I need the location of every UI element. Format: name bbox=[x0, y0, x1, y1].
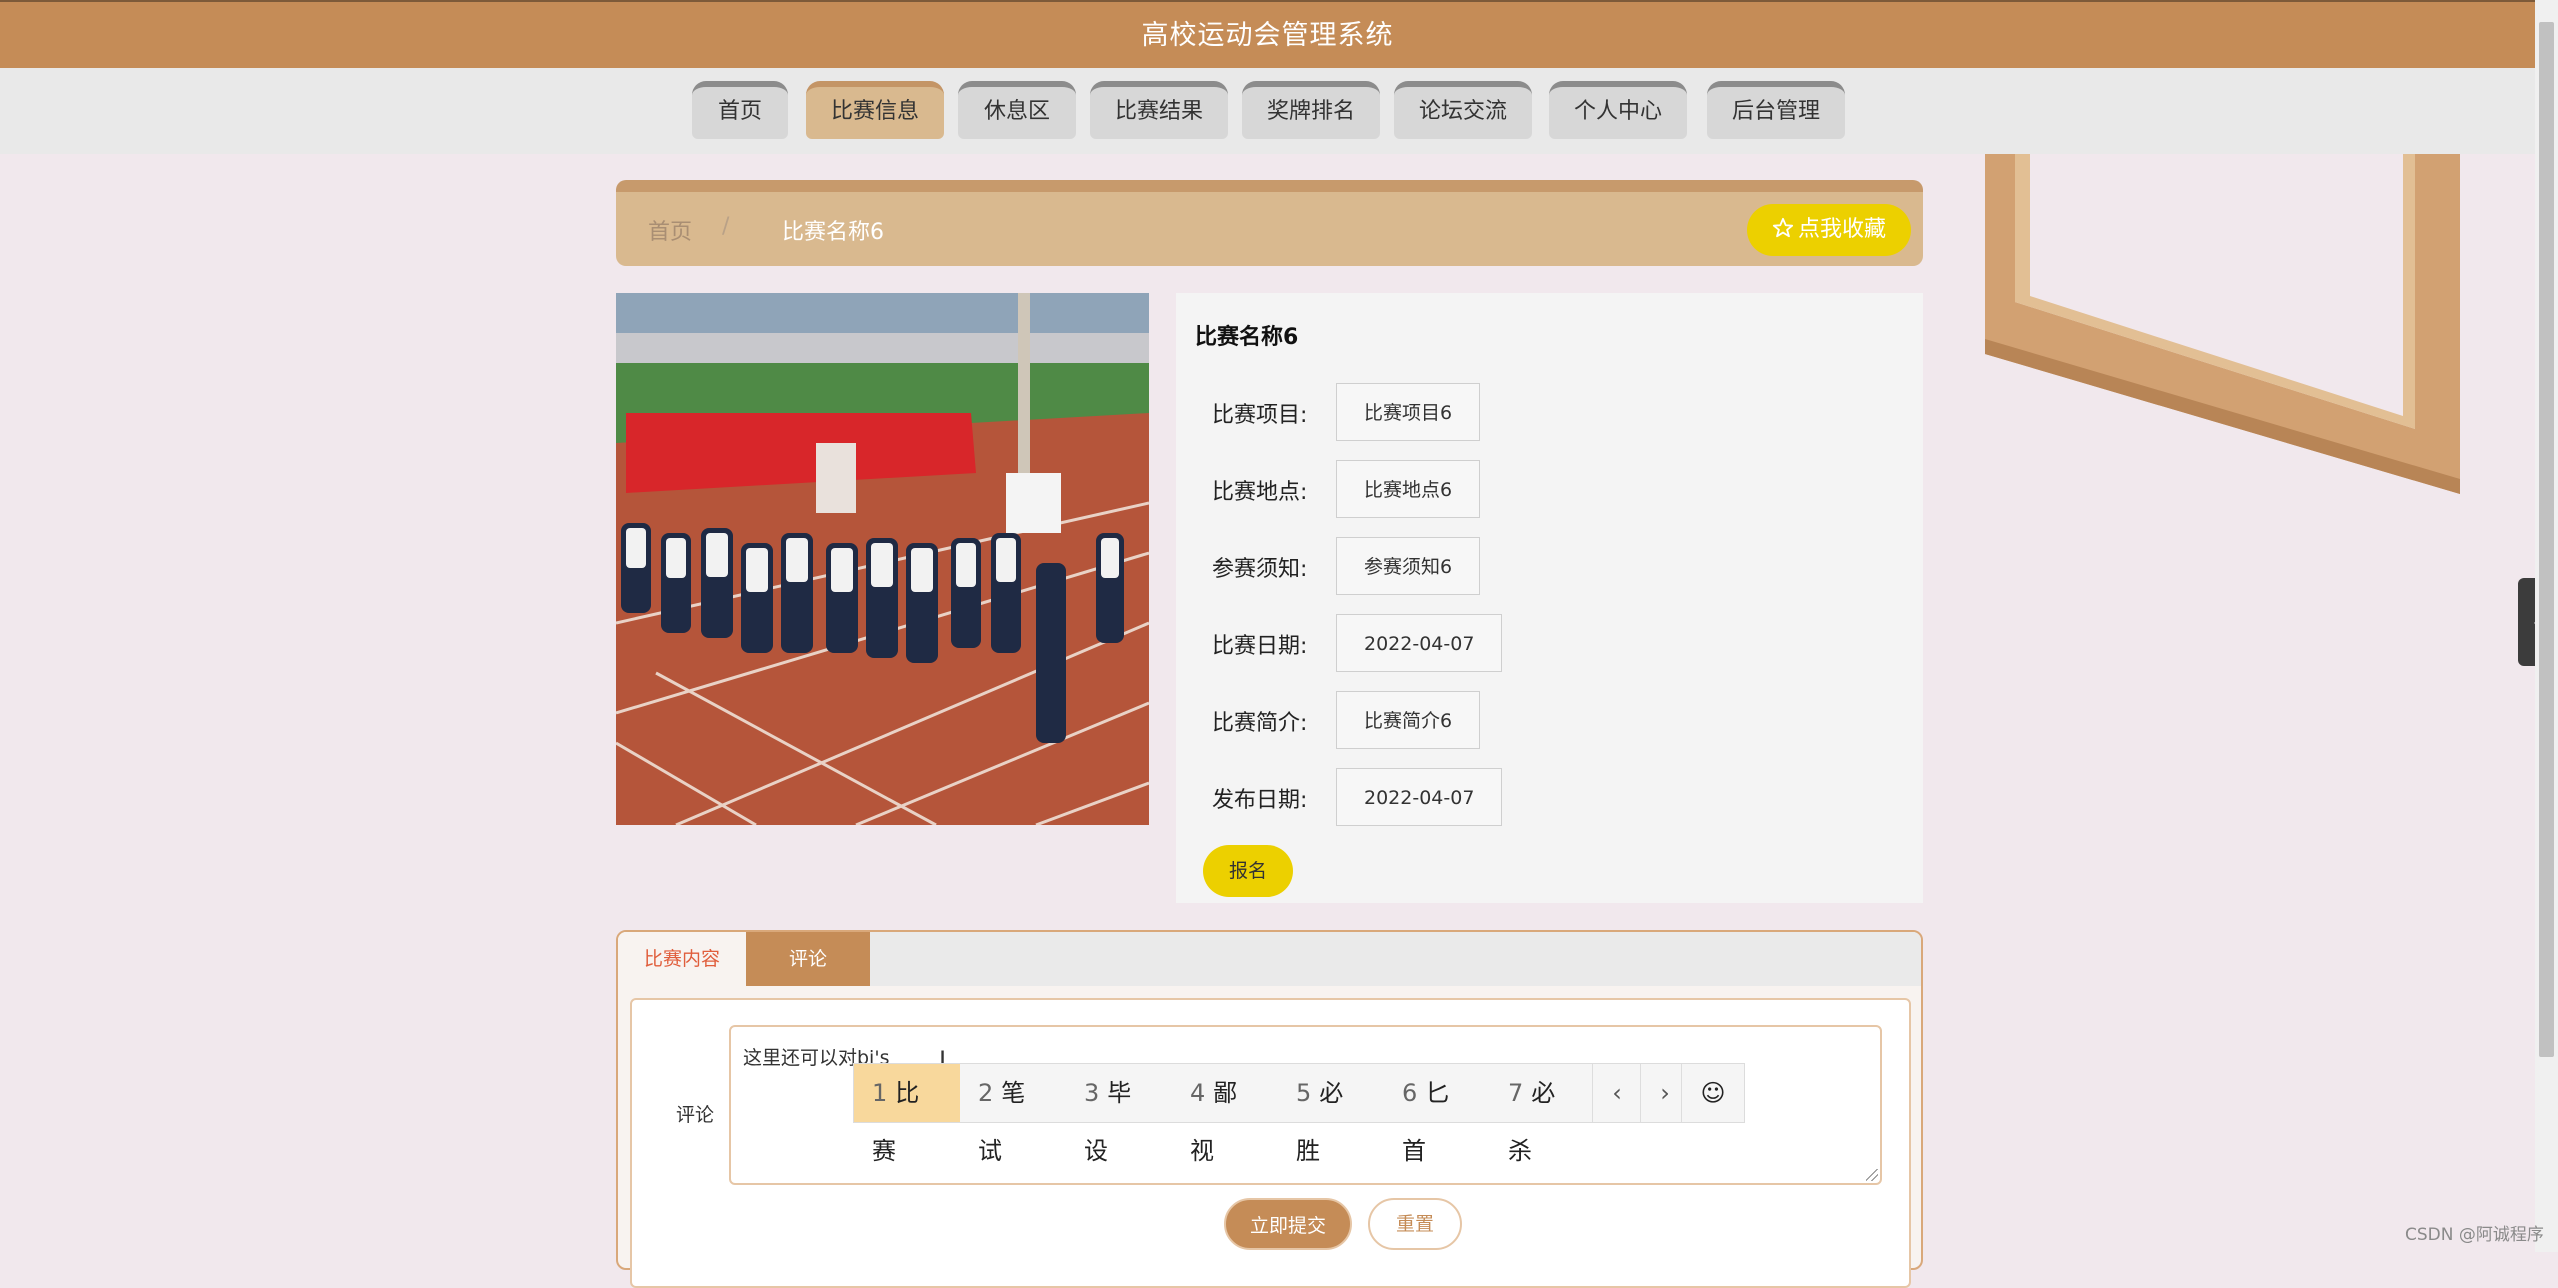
ime-candidate-bar: 1 比赛 2 笔试 3 毕设 4 鄙视 5 必胜 6 匕首 7 必杀 ‹ › ☺ bbox=[853, 1063, 1745, 1165]
nav-match-results[interactable]: 比赛结果 bbox=[1090, 81, 1228, 139]
field-value-intro: 比赛简介6 bbox=[1336, 691, 1481, 749]
match-title: 比赛名称6 bbox=[1195, 325, 1299, 350]
nav-label: 奖牌排名 bbox=[1266, 99, 1355, 124]
nav-label: 比赛信息 bbox=[830, 99, 919, 124]
tab-match-content[interactable]: 比赛内容 bbox=[618, 932, 746, 986]
comment-label: 评论 bbox=[676, 1104, 715, 1126]
field-value-notice: 参赛须知6 bbox=[1336, 537, 1481, 595]
nav-rest-area[interactable]: 休息区 bbox=[958, 81, 1076, 139]
resize-handle-icon[interactable] bbox=[1866, 1169, 1878, 1181]
nav-personal[interactable]: 个人中心 bbox=[1549, 81, 1687, 139]
candidate-number: 3 bbox=[1084, 1079, 1100, 1107]
nav-match-info[interactable]: 比赛信息 bbox=[806, 81, 944, 139]
field-label-notice: 参赛须知: bbox=[1212, 557, 1308, 582]
candidate-number: 2 bbox=[978, 1079, 994, 1107]
app-header: 高校运动会管理系统 bbox=[0, 0, 2535, 70]
candidate-number: 5 bbox=[1296, 1079, 1312, 1107]
breadcrumb-current: 比赛名称6 bbox=[782, 220, 884, 245]
ime-candidate-4[interactable]: 4 鄙视 bbox=[1172, 1064, 1278, 1165]
field-label-publish-date: 发布日期: bbox=[1212, 788, 1308, 813]
ime-candidate-1[interactable]: 1 比赛 bbox=[854, 1064, 960, 1165]
ime-candidate-6[interactable]: 6 匕首 bbox=[1384, 1064, 1490, 1165]
breadcrumb: 首页 / 比赛名称6 点我收藏 bbox=[616, 180, 1923, 266]
submit-button[interactable]: 立即提交 bbox=[1224, 1198, 1352, 1250]
ime-candidate-2[interactable]: 2 笔试 bbox=[960, 1064, 1066, 1165]
field-label-intro: 比赛简介: bbox=[1212, 711, 1308, 736]
field-value-location: 比赛地点6 bbox=[1336, 460, 1481, 518]
smiley-icon: ☺ bbox=[1700, 1079, 1726, 1107]
star-outline-icon bbox=[1772, 217, 1794, 238]
tab-comments[interactable]: 评论 bbox=[746, 932, 870, 986]
nav-home[interactable]: 首页 bbox=[692, 81, 788, 139]
field-value-match-date: 2022-04-07 bbox=[1336, 614, 1503, 672]
reset-button[interactable]: 重置 bbox=[1368, 1198, 1462, 1250]
nav-admin[interactable]: 后台管理 bbox=[1707, 81, 1845, 139]
nav-label: 个人中心 bbox=[1573, 99, 1662, 124]
field-label-location: 比赛地点: bbox=[1212, 480, 1308, 505]
field-label-match-date: 比赛日期: bbox=[1212, 634, 1308, 659]
field-value-project: 比赛项目6 bbox=[1336, 383, 1481, 441]
ime-candidate-7[interactable]: 7 必杀 bbox=[1490, 1064, 1596, 1165]
ime-emoji-button[interactable]: ☺ bbox=[1681, 1064, 1744, 1122]
scrollbar-thumb[interactable] bbox=[2539, 22, 2554, 1057]
nav-label: 休息区 bbox=[983, 99, 1050, 124]
candidate-number: 4 bbox=[1190, 1079, 1206, 1107]
signup-button[interactable]: 报名 bbox=[1203, 845, 1293, 897]
nav-label: 后台管理 bbox=[1731, 99, 1820, 124]
nav-forum[interactable]: 论坛交流 bbox=[1394, 81, 1532, 139]
nav-label: 比赛结果 bbox=[1114, 99, 1203, 124]
candidate-number: 6 bbox=[1402, 1079, 1418, 1107]
chevron-right-icon: › bbox=[1660, 1079, 1670, 1107]
main-nav: 首页 比赛信息 休息区 比赛结果 奖牌排名 论坛交流 个人中心 后台管理 bbox=[0, 68, 2535, 154]
nav-medal-rank[interactable]: 奖牌排名 bbox=[1242, 81, 1380, 139]
decorative-frame bbox=[1985, 154, 2460, 494]
match-photo bbox=[616, 293, 1149, 825]
breadcrumb-separator: / bbox=[722, 214, 730, 239]
content-tabs: 比赛内容 评论 bbox=[618, 932, 1921, 986]
match-detail-panel: 比赛名称6 比赛项目: 比赛项目6 比赛地点: 比赛地点6 参赛须知: 参赛须知… bbox=[1176, 293, 1923, 903]
breadcrumb-home[interactable]: 首页 bbox=[648, 214, 692, 246]
sports-parade-image bbox=[616, 293, 1149, 825]
nav-label: 首页 bbox=[717, 99, 762, 124]
nav-label: 论坛交流 bbox=[1418, 99, 1507, 124]
watermark: CSDN @阿诚程序 bbox=[2405, 1225, 2544, 1245]
favorite-label: 点我收藏 bbox=[1797, 217, 1886, 242]
ime-candidate-3[interactable]: 3 毕设 bbox=[1066, 1064, 1172, 1165]
field-value-publish-date: 2022-04-07 bbox=[1336, 768, 1503, 826]
favorite-button[interactable]: 点我收藏 bbox=[1747, 204, 1911, 256]
ime-prev-page[interactable]: ‹ bbox=[1592, 1064, 1641, 1122]
candidate-number: 7 bbox=[1508, 1079, 1524, 1107]
page-scrollbar[interactable] bbox=[2535, 0, 2558, 1252]
ime-candidate-5[interactable]: 5 必胜 bbox=[1278, 1064, 1384, 1165]
candidate-number: 1 bbox=[872, 1079, 888, 1107]
app-title: 高校运动会管理系统 bbox=[1141, 20, 1394, 51]
field-label-project: 比赛项目: bbox=[1212, 403, 1308, 428]
chevron-left-icon: ‹ bbox=[1612, 1079, 1622, 1107]
